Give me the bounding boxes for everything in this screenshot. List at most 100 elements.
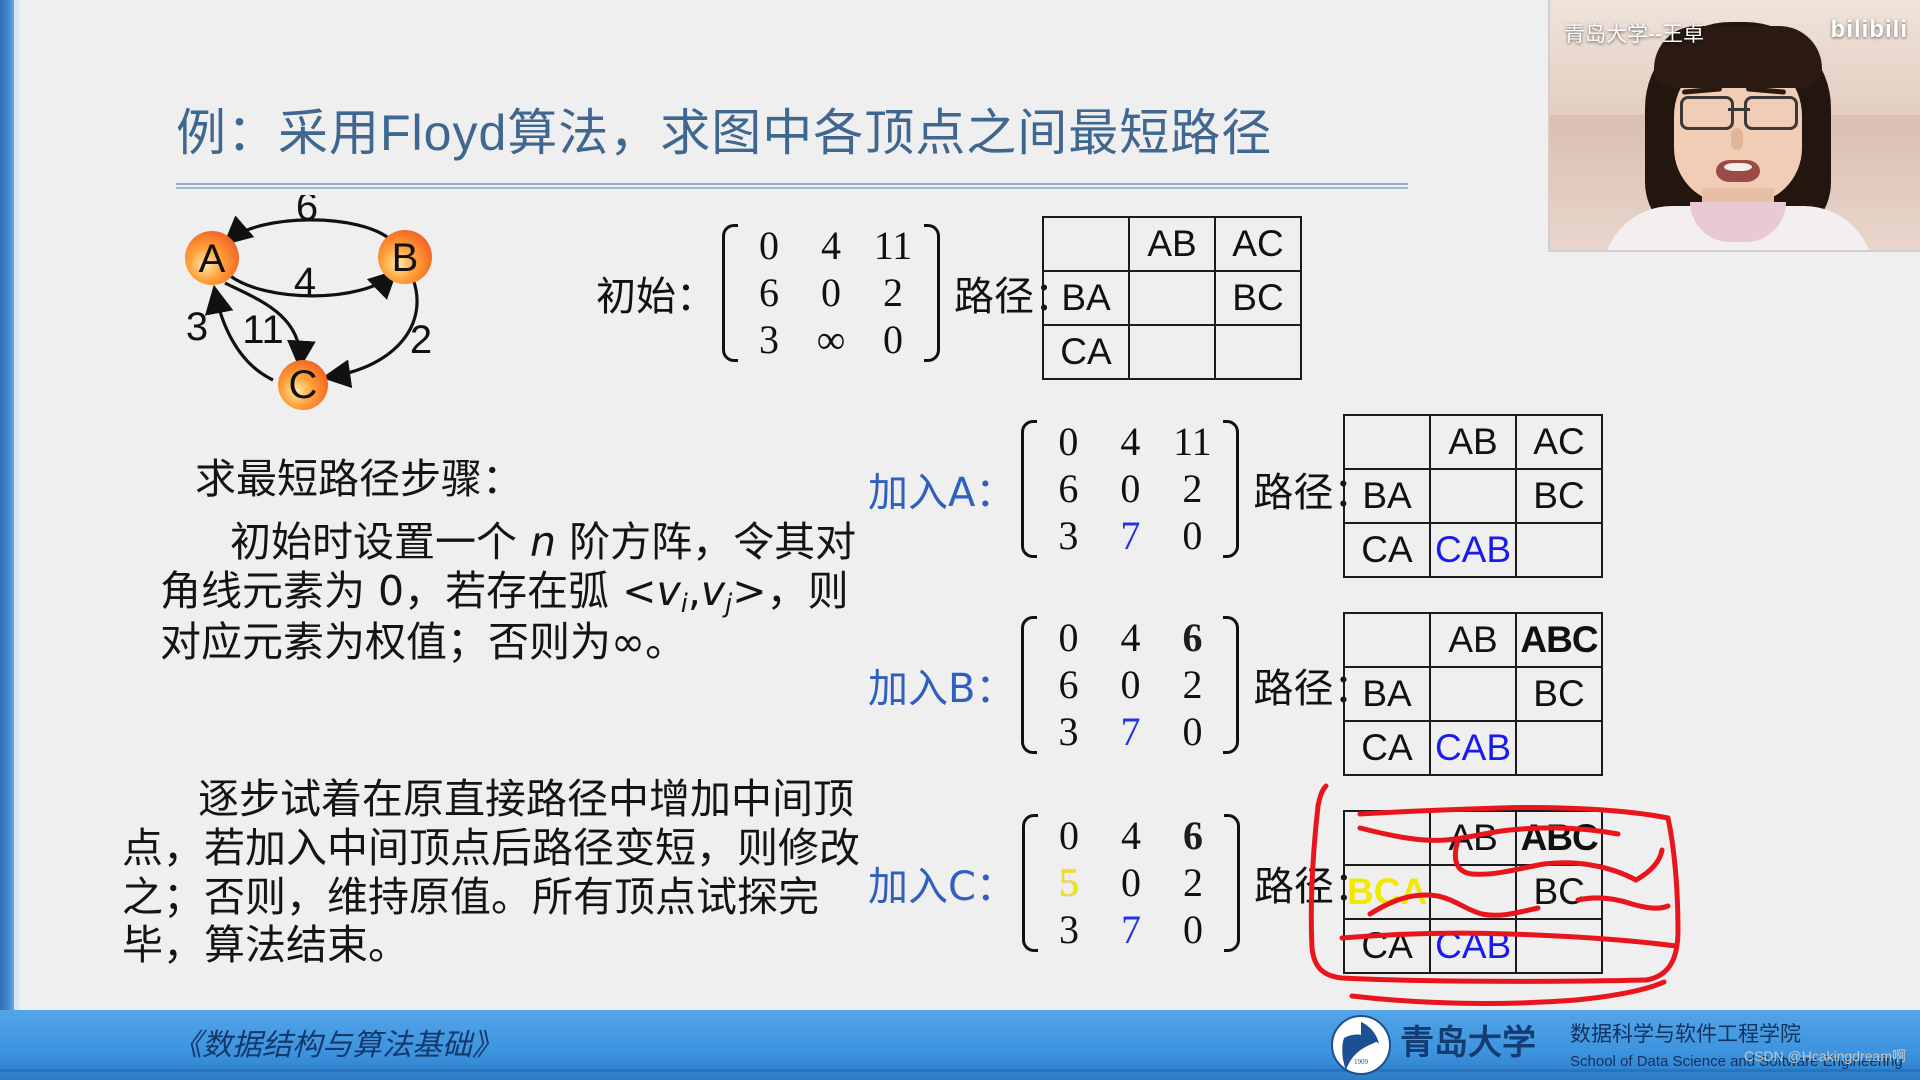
path-cell-2-0: CA [1042,324,1130,380]
matrix-cell-1-0: 5 [1058,860,1079,906]
matrix-add-b: 046602370 [1021,614,1240,756]
matrix-add-a-grid: 0 4 11 6 0 2 3 7 0 [1037,418,1223,560]
matrix-cell-1-2: 2 [1182,662,1203,708]
path-table-add-c: AB ABC BCA BC CA CAB [1342,810,1604,974]
csdn-watermark: CSDN @Hcakingdream啊 [1743,1048,1906,1064]
path-cell-2-1: CAB [1429,918,1518,974]
matrix-cell-1-0: 6 [759,270,779,316]
edge-weight-C-A: 3 [186,305,208,349]
para1-part-a: 初始时设置一个 [230,518,531,566]
footer-university-name: 青岛大学 [1400,1025,1536,1062]
path-cell-1-1 [1429,666,1517,722]
path-cell-2-2 [1515,720,1603,776]
directed-graph-diagram: A B C 6 4 3 11 2 [185,195,505,440]
para1-v-i: v [656,566,681,615]
path-cell-0-0 [1342,810,1432,866]
path-cell-1-1 [1429,864,1518,920]
step-row-add-c: 加入C： 046502370 路径： [868,812,1374,954]
edge-weight-B-A: 6 [296,195,318,229]
path-cell-0-1: AB [1429,414,1517,470]
slide-left-accent-inner [14,0,19,1080]
step-label-add-b: 加入B： [868,665,1016,712]
matrix-cell-0-2: 11 [873,223,913,268]
matrix-bracket-left [722,222,738,364]
matrix-cell-2-0: 3 [1058,709,1079,755]
para1-sub-i: i [680,587,688,618]
matrix-cell-0-0: 0 [1058,615,1079,660]
graph-node-C-label: C [289,363,318,407]
matrix-add-a: 0 4 11 6 0 2 3 7 0 [1021,418,1240,560]
matrix-initial-grid: 0 4 11 6 0 2 3 ∞ 0 [738,222,924,364]
matrix-add-c: 046502370 [1021,812,1240,954]
bilibili-logo-icon: bilibili [1830,16,1908,43]
matrix-cell-1-1: 0 [1120,466,1141,512]
path-cell-0-1: AB [1429,612,1517,668]
path-cell-0-2: ABC [1515,612,1603,668]
matrix-bracket-right [1223,614,1240,756]
path-table-add-b: AB ABC BA BC CA CAB [1343,612,1603,776]
path-cell-2-0: CA [1342,918,1432,974]
matrix-add-b-grid: 046602370 [1037,614,1223,756]
path-cell-1-2: BC [1515,666,1603,722]
table-row: AB ABC [1343,612,1603,668]
matrix-initial: 0 4 11 6 0 2 3 ∞ 0 [722,222,940,364]
matrix-cell-2-0: 3 [1058,513,1079,559]
para1-comma: , [687,566,701,615]
paragraph-definition: 初始时设置一个 n 阶方阵，令其对角线元素为 0，若存在弧 <vi,vj>，则对… [160,518,860,667]
matrix-cell-0-1: 4 [1120,813,1141,858]
path-cell-0-1: AB [1128,216,1216,272]
matrix-cell-0-1: 4 [1120,419,1141,464]
matrix-cell-2-2: 0 [883,317,903,363]
matrix-cell-1-0: 6 [1058,662,1079,708]
matrix-cell-2-1: ∞ [816,317,846,363]
matrix-cell-0-0: 0 [1058,813,1079,858]
table-row: AB AC [1343,414,1603,470]
path-cell-2-1 [1128,324,1216,380]
path-cell-0-2: ABC [1515,810,1604,866]
path-cell-2-2 [1214,324,1302,380]
table-row: CA CAB [1342,918,1604,974]
table-row: BA BC [1343,666,1603,722]
slide-canvas: 例：采用Floyd算法，求图中各顶点之间最短路径 A B C 6 4 3 11 … [0,0,1920,1080]
path-cell-2-2 [1515,522,1603,578]
matrix-bracket-right [1223,812,1240,954]
matrix-cell-1-1: 0 [1120,860,1141,906]
page-title: 例：采用Floyd算法，求图中各顶点之间最短路径 [176,105,1273,161]
graph-node-A-label: A [199,237,226,281]
step-row-add-b: 加入B： 046602370 路径： [868,614,1373,756]
step-row-initial: 初始： 0 4 11 6 0 2 3 ∞ 0 路径： [596,222,1074,364]
path-cell-0-2: AC [1214,216,1302,272]
svg-text:1909: 1909 [1354,1058,1369,1066]
presenter-nose [1731,128,1743,150]
title-divider [176,183,1408,189]
matrix-cell-2-2: 0 [1182,709,1203,755]
path-cell-1-0: BA [1343,666,1431,722]
table-row: AB ABC [1342,810,1604,866]
step-label-add-c: 加入C： [868,863,1016,910]
matrix-cell-2-1: 7 [1120,907,1141,953]
path-cell-1-0: BA [1343,468,1431,524]
path-cell-2-2 [1515,918,1604,974]
paragraph-procedure: 逐步试着在原直接路径中增加中间顶点，若加入中间顶点后路径变短，则修改之；否则，维… [122,775,860,970]
matrix-bracket-right [1223,418,1240,560]
table-row: BCA BC [1342,864,1604,920]
ink-outline-right [1643,815,1681,983]
path-table-initial: AB AC BA BC CA [1042,216,1302,380]
table-row: CA CAB [1343,720,1603,776]
para1-n-symbol: n [530,518,557,566]
table-row: CA CAB [1343,522,1603,578]
table-row: AB AC [1042,216,1302,272]
webcam-overlay[interactable]: 青岛大学--王卓 bilibili [1548,0,1920,252]
presenter-mouth [1716,160,1760,182]
edge-weight-B-C: 2 [410,318,432,362]
matrix-cell-1-1: 0 [1120,662,1141,708]
matrix-cell-2-1: 7 [1120,709,1141,755]
graph-node-B-label: B [392,236,419,280]
step-label-add-a: 加入A： [868,469,1016,516]
ink-bottom-sweep [1349,979,1667,1006]
qingdao-university-logo-icon: 1909 [1331,1015,1391,1075]
matrix-cell-0-2: 6 [1182,813,1203,858]
matrix-cell-1-2: 2 [1182,466,1203,512]
matrix-cell-1-2: 2 [883,270,903,316]
steps-heading: 求最短路径步骤： [195,455,523,503]
